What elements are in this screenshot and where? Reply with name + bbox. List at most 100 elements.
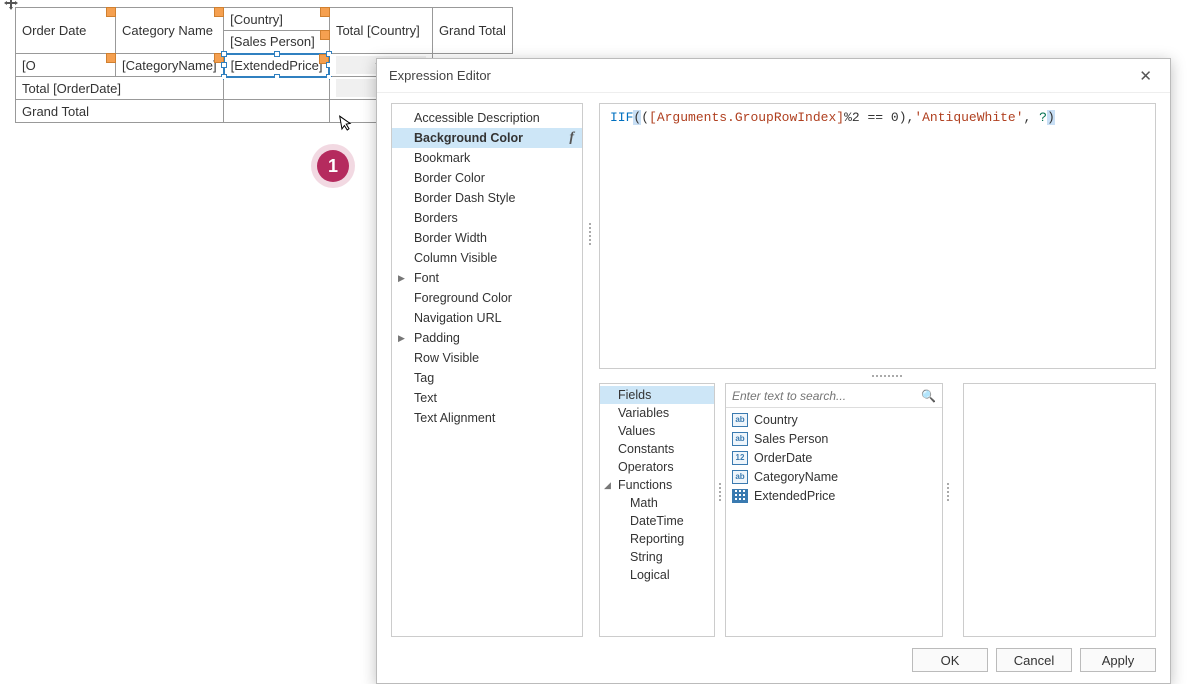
header-order-date[interactable]: Order Date [16,8,116,54]
property-label: Row Visible [414,351,479,365]
property-label: Foreground Color [414,291,512,305]
property-item[interactable]: Bookmark [392,148,582,168]
search-input[interactable] [732,389,921,403]
property-item[interactable]: Border Width [392,228,582,248]
grand-total-row[interactable]: Grand Total [16,100,224,123]
category-item[interactable]: Operators [600,458,714,476]
data-category[interactable]: [CategoryName] [116,54,224,77]
vertical-splitter[interactable] [585,223,595,245]
field-item[interactable]: ExtendedPrice [726,486,942,505]
data-ext-price-selected[interactable]: [ExtendedPrice] [224,54,330,77]
category-item[interactable]: Logical [600,566,714,584]
expander-icon[interactable]: ▶ [398,333,405,344]
field-item[interactable]: abCategoryName [726,467,942,486]
property-item[interactable]: ▶Font [392,268,582,288]
category-item[interactable]: DateTime [600,512,714,530]
callout-badge-1: 1 [317,150,349,182]
category-label: Fields [618,388,651,402]
property-item[interactable]: Foreground Color [392,288,582,308]
smarttag-icon[interactable] [320,7,330,17]
header-total-country[interactable]: Total [Country] [329,8,432,54]
category-item[interactable]: Math [600,494,714,512]
property-list[interactable]: Accessible Description Background Colorf B… [391,103,583,637]
property-item[interactable]: Border Dash Style [392,188,582,208]
category-item[interactable]: ◢ Functions [600,476,714,494]
close-icon[interactable]: ✕ [1133,65,1158,87]
cell-text: [CategoryName] [122,58,217,73]
property-label: Padding [414,331,460,345]
field-label: Country [754,413,798,427]
category-item[interactable]: Constants [600,440,714,458]
cell-text: Grand Total [22,104,89,119]
horizontal-splitter[interactable] [857,371,917,381]
category-label: Functions [618,478,672,492]
search-icon[interactable]: 🔍 [921,389,936,403]
dialog-footer: OK Cancel Apply [377,637,1170,683]
field-label: OrderDate [754,451,812,465]
property-item[interactable]: Text Alignment [392,408,582,428]
expression-textarea[interactable]: IIF(([Arguments.GroupRowIndex]%2 == 0),'… [599,103,1156,369]
property-label: Border Dash Style [414,191,515,205]
property-item[interactable]: Row Visible [392,348,582,368]
apply-button[interactable]: Apply [1080,648,1156,672]
property-label: Column Visible [414,251,497,265]
smarttag-icon[interactable] [106,7,116,17]
smarttag-icon[interactable] [320,30,330,40]
category-label: Math [630,496,658,510]
category-item[interactable]: String [600,548,714,566]
category-label: Operators [618,460,674,474]
expander-icon[interactable]: ◢ [604,480,611,491]
category-list[interactable]: Fields VariablesValuesConstants Operators ◢… [599,383,715,637]
property-item[interactable]: Text [392,388,582,408]
empty-cell[interactable] [224,77,330,100]
cell-text: Category Name [122,23,213,38]
property-item[interactable]: ▶ Padding [392,328,582,348]
cell-text: Grand Total [439,23,506,38]
cell-text: Total [OrderDate] [22,81,121,96]
property-label: Accessible Description [414,111,540,125]
property-item[interactable]: Accessible Description [392,108,582,128]
empty-cell[interactable] [224,100,330,123]
property-item[interactable]: Tag [392,368,582,388]
property-item[interactable]: Column Visible [392,248,582,268]
category-label: DateTime [630,514,684,528]
field-type-icon [732,489,748,503]
field-item[interactable]: 12OrderDate [726,448,942,467]
data-orderdate[interactable]: [O [16,54,116,77]
dialog-titlebar[interactable]: Expression Editor ✕ [377,59,1170,93]
cell-text: [Sales Person] [230,34,315,49]
category-label: Reporting [630,532,684,546]
cancel-button[interactable]: Cancel [996,648,1072,672]
header-category[interactable]: Category Name [116,8,224,54]
smarttag-icon[interactable] [214,7,224,17]
property-label: Borders [414,211,458,225]
ok-button[interactable]: OK [912,648,988,672]
vertical-splitter[interactable] [715,483,725,501]
field-label: ExtendedPrice [754,489,835,503]
field-list[interactable]: abCountryabSales Person12OrderDateabCate… [726,408,942,636]
cell-text: [ExtendedPrice] [231,58,323,73]
expander-icon[interactable]: ▶ [398,273,405,284]
total-orderdate[interactable]: Total [OrderDate] [16,77,224,100]
property-item[interactable]: Border Color [392,168,582,188]
smarttag-icon[interactable] [106,53,116,63]
vertical-splitter[interactable] [943,483,953,501]
header-country[interactable]: [Country] [224,8,330,31]
field-label: CategoryName [754,470,838,484]
expression-editor-dialog: Expression Editor ✕ Accessible Descripti… [376,58,1171,684]
category-item[interactable]: Values [600,422,714,440]
property-item[interactable]: Borders [392,208,582,228]
field-item[interactable]: abCountry [726,410,942,429]
property-label: Bookmark [414,151,470,165]
property-item[interactable]: Background Colorf [392,128,582,148]
category-item[interactable]: Variables [600,404,714,422]
cell-text: [Country] [230,12,283,27]
category-item[interactable]: Reporting [600,530,714,548]
category-item[interactable]: Fields [600,386,714,404]
header-grand-total[interactable]: Grand Total [432,8,512,54]
property-label: Navigation URL [414,311,502,325]
cell-text: Total [Country] [336,23,420,38]
fields-panel: 🔍 abCountryabSales Person12OrderDateabCa… [725,383,943,637]
field-item[interactable]: abSales Person [726,429,942,448]
property-item[interactable]: Navigation URL [392,308,582,328]
